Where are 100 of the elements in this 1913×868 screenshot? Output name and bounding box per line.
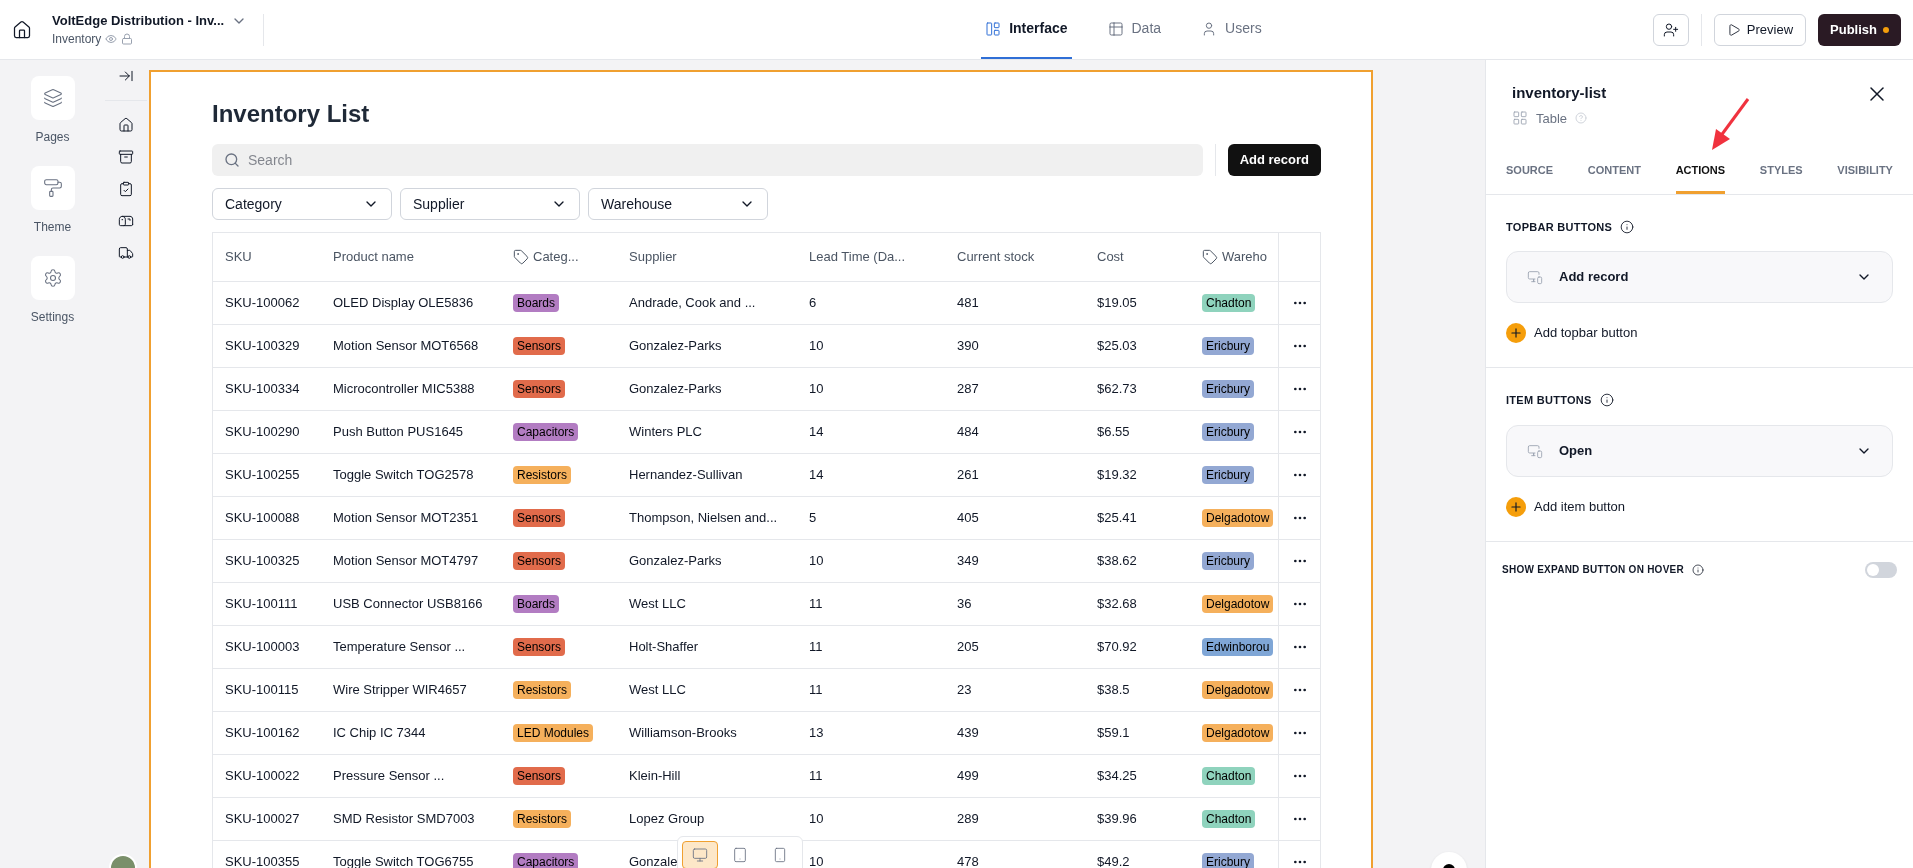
table-cell: 11: [809, 682, 823, 698]
tag: LED Modules: [513, 724, 594, 743]
info-icon[interactable]: [1620, 219, 1635, 234]
table-cell: Microcontroller MIC5388: [333, 381, 475, 397]
panel-tab[interactable]: ACTIONS: [1675, 158, 1726, 194]
tag: Boards: [513, 294, 560, 313]
tag: Ericbury: [1202, 552, 1254, 571]
tag: Ericbury: [1202, 337, 1254, 356]
table-cell: $34.25: [1097, 768, 1137, 784]
rail-label: Pages: [35, 129, 70, 146]
info-icon[interactable]: [1599, 393, 1614, 408]
tag: Sensors: [513, 337, 566, 356]
tag: Delgadotow: [1202, 681, 1274, 700]
filter-dropdown[interactable]: Supplier: [400, 188, 580, 220]
tag: Resistors: [513, 810, 571, 829]
panel-tab[interactable]: STYLES: [1759, 158, 1803, 194]
nav-tab[interactable]: Users: [1197, 0, 1266, 59]
tag: Resistors: [513, 681, 571, 700]
filter-dropdown[interactable]: Category: [212, 188, 392, 220]
tag: Ericbury: [1202, 466, 1254, 485]
tag: Ericbury: [1202, 380, 1254, 399]
column-header[interactable]: Current stock: [957, 247, 1035, 267]
table-cell: SMD Resistor SMD7003: [333, 811, 475, 827]
action-item[interactable]: Open: [1506, 424, 1893, 477]
filter-dropdown[interactable]: Warehouse: [588, 188, 768, 220]
table-cell: Toggle Switch TOG2578: [333, 467, 474, 483]
publish-button[interactable]: Publish: [1818, 13, 1901, 46]
home-icon[interactable]: [12, 19, 32, 40]
annotation-arrow: [1710, 97, 1750, 152]
table-cell: SKU-100022: [225, 768, 300, 784]
setting-label: SHOW EXPAND BUTTON ON HOVER: [1502, 563, 1684, 577]
table-cell: Gonzalez-Parks: [629, 553, 722, 569]
phone-icon: [772, 847, 788, 863]
table-cell: $25.03: [1097, 338, 1137, 354]
expand-icon[interactable]: [118, 68, 134, 84]
table-cell: 390: [957, 338, 979, 354]
table-cell: SKU-100088: [225, 510, 300, 526]
table-cell: Williamson-Brooks: [629, 725, 737, 741]
panel-tab[interactable]: CONTENT: [1587, 158, 1641, 194]
truck-icon[interactable]: [118, 245, 134, 261]
page-name: Inventory: [52, 31, 102, 49]
table-cell: 36: [957, 596, 972, 612]
add-button[interactable]: Add topbar button: [1506, 323, 1638, 343]
add-button[interactable]: Add item button: [1506, 496, 1626, 517]
table-cell: Gonzalez-Parks: [629, 338, 722, 354]
table-cell: Klein-Hill: [629, 768, 681, 784]
table-cell: 23: [957, 682, 972, 698]
tag-icon: [1202, 249, 1218, 265]
lock-icon: [121, 33, 134, 46]
table-cell: 349: [957, 553, 979, 569]
action-item[interactable]: Add record: [1506, 251, 1893, 303]
nav-tab[interactable]: Data: [1103, 0, 1166, 59]
table-cell: 289: [957, 811, 979, 827]
tag: Delgadotow: [1202, 724, 1274, 743]
table-cell: Lopez Group: [629, 811, 705, 827]
table-cell: 10: [809, 338, 824, 354]
table-cell: Motion Sensor MOT6568: [333, 338, 479, 354]
archive-icon[interactable]: [118, 149, 134, 165]
table-cell: $70.92: [1097, 639, 1137, 655]
column-header[interactable]: Supplier: [629, 247, 677, 267]
section-heading: ITEM BUTTONS: [1506, 393, 1592, 408]
table-cell: Gonzale: [629, 854, 678, 868]
rail-button[interactable]: [30, 256, 75, 300]
tag: Chadton: [1202, 294, 1256, 313]
rail-button[interactable]: [30, 76, 75, 120]
paint-roller-icon: [42, 178, 63, 198]
column-header[interactable]: Wareho: [1222, 247, 1268, 267]
tag: Sensors: [513, 767, 566, 786]
table-cell: $49.2: [1097, 854, 1130, 868]
rail-button[interactable]: [30, 166, 75, 210]
search-field[interactable]: Search: [212, 144, 1203, 176]
panel-tab[interactable]: VISIBILITY: [1837, 158, 1893, 194]
table-cell: SKU-100255: [225, 467, 300, 483]
column-header[interactable]: SKU: [225, 247, 252, 267]
table-cell: $62.73: [1097, 381, 1137, 397]
preview-button[interactable]: Preview: [1713, 13, 1807, 46]
clipboard-icon[interactable]: [118, 181, 134, 197]
table-icon: [1107, 20, 1124, 37]
component-type: Table: [1536, 109, 1568, 128]
table-cell: USB Connector USB8166: [333, 596, 483, 612]
tablet-icon: [732, 847, 748, 863]
invite-user-button[interactable]: [1652, 13, 1689, 46]
tag: Edwinborou: [1202, 638, 1274, 657]
tag: Boards: [513, 595, 560, 614]
column-header[interactable]: Product name: [333, 247, 414, 267]
toggle-switch[interactable]: [1865, 561, 1897, 578]
table-cell: SKU-100027: [225, 811, 300, 827]
column-header[interactable]: Categ...: [533, 247, 579, 267]
column-header[interactable]: Lead Time (Da...: [809, 247, 906, 267]
table-cell: 481: [957, 295, 979, 311]
table-cell: Andrade, Cook and ...: [629, 295, 756, 311]
panel-tab[interactable]: SOURCE: [1506, 158, 1554, 194]
column-header[interactable]: Cost: [1097, 247, 1124, 267]
home-icon[interactable]: [118, 117, 134, 133]
monitor-icon: [692, 847, 708, 863]
table-cell: Wire Stripper WIR4657: [333, 682, 467, 698]
table-cell: SKU-100329: [225, 338, 300, 354]
device-button[interactable]: [682, 841, 718, 868]
add-record-button[interactable]: Add record: [1227, 144, 1321, 176]
pages-icon: [42, 88, 63, 108]
